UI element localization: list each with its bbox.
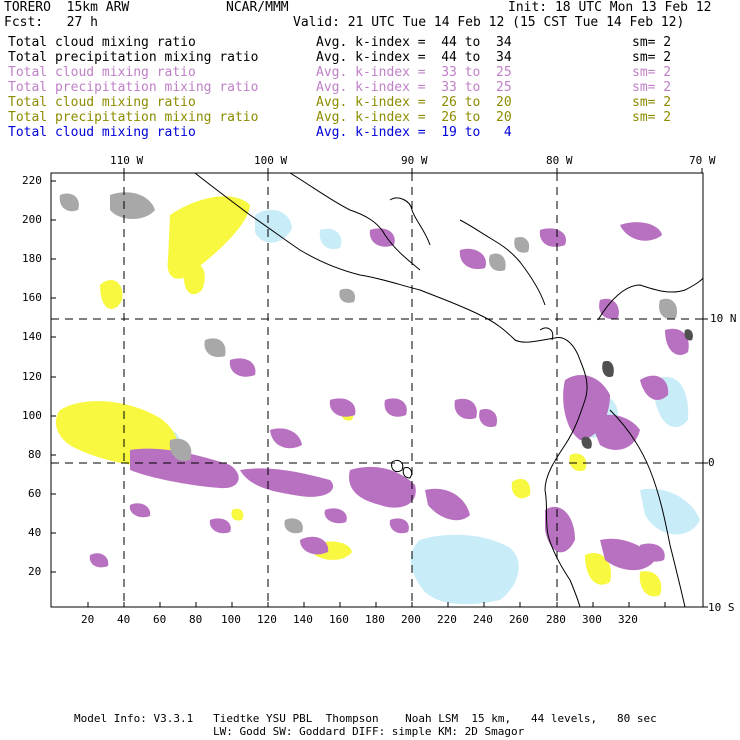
legend-sm: sm= 2 xyxy=(632,50,672,65)
y-tick-label: 160 xyxy=(22,291,42,304)
lon-label: 110 W xyxy=(110,154,144,167)
legend-sm: sm= 2 xyxy=(632,35,672,50)
organization: NCAR/MMM xyxy=(226,0,289,15)
x-tick-label: 280 xyxy=(546,613,566,626)
legend-field: Total precipitation mixing ratio xyxy=(8,50,259,65)
legend-sm: sm= 2 xyxy=(632,80,672,95)
lon-label: 70 W xyxy=(689,154,716,167)
legend-kindex: Avg. k-index = 44 to 34 xyxy=(316,50,512,65)
lat-label: 10 S xyxy=(708,601,735,614)
y-tick-label: 100 xyxy=(22,409,42,422)
legend-kindex: Avg. k-index = 33 to 25 xyxy=(316,65,512,80)
legend-kindex: Avg. k-index = 19 to 4 xyxy=(316,125,512,140)
lat-label: 0 xyxy=(708,456,715,469)
legend-field: Total cloud mixing ratio xyxy=(8,35,196,50)
forecast-hour: Fcst: 27 h xyxy=(4,15,98,30)
legend-field: Total precipitation mixing ratio xyxy=(8,80,259,95)
y-tick-label: 200 xyxy=(22,213,42,226)
y-tick-label: 220 xyxy=(22,174,42,187)
x-tick-label: 100 xyxy=(221,613,241,626)
y-tick-label: 20 xyxy=(28,565,42,578)
y-tick-label: 140 xyxy=(22,330,42,343)
y-tick-label: 80 xyxy=(28,448,42,461)
legend-field: Total cloud mixing ratio xyxy=(8,95,196,110)
legend-field: Total precipitation mixing ratio xyxy=(8,110,259,125)
legend-sm: sm= 2 xyxy=(632,110,672,125)
left-ticks xyxy=(51,180,56,573)
x-tick-label: 80 xyxy=(189,613,203,626)
legend-kindex: Avg. k-index = 26 to 20 xyxy=(316,110,512,125)
model-info: Model Info: V3.3.1 Tiedtke YSU PBL Thomp… xyxy=(74,712,657,725)
x-tick-label: 320 xyxy=(618,613,638,626)
legend-field: Total cloud mixing ratio xyxy=(8,125,196,140)
y-tick-label: 180 xyxy=(22,252,42,265)
lat-label: 10 N xyxy=(710,312,737,325)
legend-sm: sm= 2 xyxy=(632,95,672,110)
init-time: Init: 18 UTC Mon 13 Feb 12 xyxy=(508,0,712,15)
model-name: TORERO 15km ARW xyxy=(4,0,130,15)
x-tick-label: 40 xyxy=(117,613,131,626)
x-tick-label: 140 xyxy=(293,613,313,626)
x-tick-label: 240 xyxy=(473,613,493,626)
lon-label: 90 W xyxy=(401,154,428,167)
x-tick-label: 180 xyxy=(365,613,385,626)
valid-time: Valid: 21 UTC Tue 14 Feb 12 (15 CST Tue … xyxy=(293,15,685,30)
legend-kindex: Avg. k-index = 26 to 20 xyxy=(316,95,512,110)
legend-kindex: Avg. k-index = 33 to 25 xyxy=(316,80,512,95)
x-tick-label: 120 xyxy=(257,613,277,626)
lon-label: 100 W xyxy=(254,154,288,167)
top-ticks xyxy=(123,168,703,173)
x-tick-label: 20 xyxy=(81,613,95,626)
physics-info: LW: Godd SW: Goddard DIFF: simple KM: 2D… xyxy=(213,725,525,738)
y-tick-label: 120 xyxy=(22,370,42,383)
legend-sm: sm= 2 xyxy=(632,65,672,80)
legend-field: Total cloud mixing ratio xyxy=(8,65,196,80)
x-tick-label: 60 xyxy=(153,613,167,626)
x-tick-label: 220 xyxy=(437,613,457,626)
y-tick-label: 60 xyxy=(28,487,42,500)
legend-kindex: Avg. k-index = 44 to 34 xyxy=(316,35,512,50)
y-tick-label: 40 xyxy=(28,526,42,539)
x-tick-label: 260 xyxy=(509,613,529,626)
x-tick-label: 200 xyxy=(401,613,421,626)
x-tick-label: 300 xyxy=(582,613,602,626)
lon-label: 80 W xyxy=(546,154,573,167)
cloud-fields xyxy=(51,173,703,607)
x-tick-label: 160 xyxy=(329,613,349,626)
